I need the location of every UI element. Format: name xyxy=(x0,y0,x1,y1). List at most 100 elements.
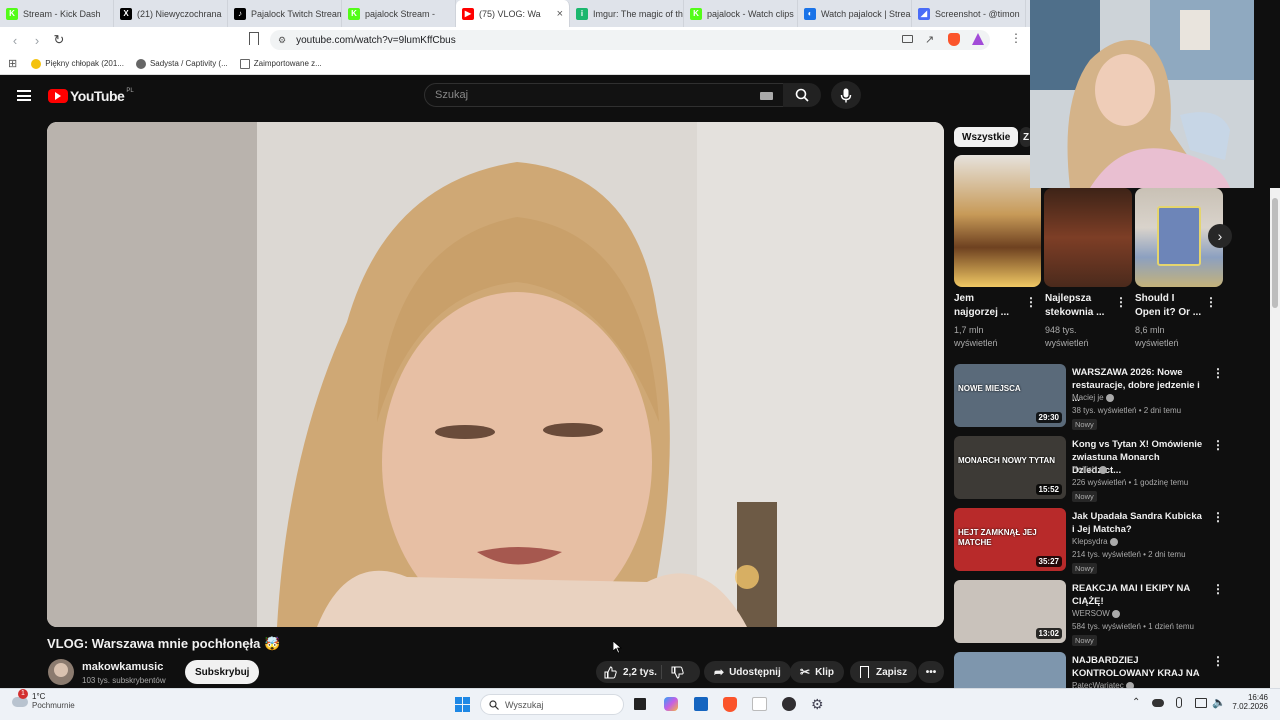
tab-label: Screenshot - @timon xyxy=(935,8,1020,19)
like-button[interactable]: 2,2 tys. xyxy=(596,665,662,679)
apps-grid-icon[interactable]: ⊞ xyxy=(8,57,17,70)
short-more-icon[interactable]: ⋮ xyxy=(1205,296,1217,308)
menu-icon[interactable]: ⋮ xyxy=(1010,31,1022,45)
browser-tab[interactable]: K Stream - Kick Dash xyxy=(0,0,114,27)
forward-icon[interactable]: › xyxy=(26,33,48,48)
video-player[interactable] xyxy=(47,122,944,627)
short-more-icon[interactable]: ⋮ xyxy=(1115,296,1127,308)
video-thumbnail[interactable]: 13:02 xyxy=(954,580,1066,643)
page-scrollbar[interactable] xyxy=(1270,188,1280,688)
channel-avatar[interactable] xyxy=(48,659,74,685)
video-more-icon[interactable]: ⋮ xyxy=(1212,511,1224,523)
share-button[interactable]: ➦ Udostępnij xyxy=(704,661,791,683)
browser-tab[interactable]: ♪ Pajalock Twitch Stream xyxy=(228,0,342,27)
taskbar-search[interactable]: Wyszukaj xyxy=(480,694,624,715)
site-info-icon[interactable]: ⚙ xyxy=(278,35,286,46)
brave-shield-icon[interactable] xyxy=(948,33,960,46)
more-horizontal-icon: ••• xyxy=(925,666,937,678)
video-title-link[interactable]: Jak Upadała Sandra Kubicka i Jej Matcha? xyxy=(1072,510,1204,536)
scrollbar-thumb[interactable] xyxy=(1272,198,1278,308)
video-more-icon[interactable]: ⋮ xyxy=(1212,367,1224,379)
tab-label: pajalock - Watch clips xyxy=(707,8,794,19)
network-icon[interactable] xyxy=(1195,698,1207,708)
start-button[interactable] xyxy=(455,697,470,712)
search-input[interactable]: Szukaj xyxy=(424,83,784,107)
brave-rewards-icon[interactable] xyxy=(972,33,984,45)
task-view-icon[interactable] xyxy=(634,698,646,710)
keyboard-icon[interactable] xyxy=(760,92,773,100)
settings-icon[interactable]: ⚙ xyxy=(811,696,824,713)
cast-icon[interactable] xyxy=(902,35,913,43)
brave-browser-icon[interactable] xyxy=(723,697,737,712)
video-channel-name[interactable]: WERSOW xyxy=(1072,609,1120,618)
taskbar-search-placeholder: Wyszukaj xyxy=(505,699,544,710)
tab-favicon-icon: K xyxy=(6,7,18,20)
store-icon[interactable] xyxy=(694,697,708,711)
video-more-icon[interactable]: ⋮ xyxy=(1212,583,1224,595)
share-arrow-icon: ➦ xyxy=(714,665,725,679)
browser-tab[interactable]: Kpajalock Stream - xyxy=(342,0,456,27)
shorts-next-button[interactable]: › xyxy=(1208,224,1232,248)
onedrive-icon[interactable] xyxy=(1152,699,1164,707)
voice-search-button[interactable] xyxy=(831,81,861,109)
file-explorer-icon[interactable] xyxy=(752,697,767,711)
chip-all[interactable]: Wszystkie xyxy=(954,127,1019,147)
video-duration: 13:02 xyxy=(1035,628,1062,639)
back-icon[interactable]: ‹ xyxy=(4,33,26,48)
url-bar[interactable]: ⚙ youtube.com/watch?v=9lumKffCbus xyxy=(270,30,990,50)
video-thumbnail[interactable]: MONARCH NOWY TYTAN 15:52 xyxy=(954,436,1066,499)
browser-tab[interactable]: ◢ Screenshot - @timon xyxy=(912,0,1026,27)
video-more-icon[interactable]: ⋮ xyxy=(1212,655,1224,667)
tab-label: Pajalock Twitch Stream xyxy=(251,8,342,19)
dislike-button[interactable] xyxy=(662,666,684,679)
bookmark-item[interactable]: Sadysta / Captivity (... xyxy=(135,58,228,69)
bookmark-item[interactable]: Piękny chłopak (201... xyxy=(31,58,124,69)
video-duration: 15:52 xyxy=(1035,484,1062,495)
reload-icon[interactable]: ↻ xyxy=(48,32,70,48)
search-button[interactable] xyxy=(783,83,821,107)
browser-tab[interactable]: ▶ (75) VLOG: Wa × xyxy=(456,0,570,27)
video-more-icon[interactable]: ⋮ xyxy=(1212,439,1224,451)
browser-tab[interactable]: i Imgur: The magic of th xyxy=(570,0,684,27)
video-title-link[interactable]: REAKCJA MAI I EKIPY NA CIĄŻĘ! xyxy=(1072,582,1204,608)
clip-button[interactable]: ✂ Klip xyxy=(790,661,844,683)
short-more-icon[interactable]: ⋮ xyxy=(1025,296,1037,308)
bookmark-star-icon[interactable] xyxy=(249,32,259,45)
video-frame xyxy=(47,122,944,627)
browser-tab[interactable]: X (21) Niewyczochrana xyxy=(114,0,228,27)
save-button[interactable]: Zapisz xyxy=(850,661,918,683)
more-actions-button[interactable]: ••• xyxy=(918,661,944,683)
share-icon[interactable]: ↗ xyxy=(925,33,934,46)
video-channel-name[interactable]: Halfish xyxy=(1072,465,1107,474)
tab-close-icon[interactable]: × xyxy=(557,8,563,20)
video-channel-name[interactable]: Maciej je xyxy=(1072,393,1114,402)
short-title[interactable]: Should I Open it? Or ... xyxy=(1135,292,1201,320)
hamburger-menu-icon[interactable] xyxy=(17,90,31,101)
short-thumbnail[interactable] xyxy=(954,155,1041,287)
windows-taskbar: 1 1°C Pochmurnie Wyszukaj ⚙ ⌃ 🔈 16:46 7.… xyxy=(0,688,1280,720)
short-title[interactable]: Jem najgorzej ... xyxy=(954,292,1009,320)
tab-favicon-icon: K xyxy=(348,7,360,20)
obs-icon[interactable] xyxy=(782,697,796,711)
video-thumbnail[interactable]: NOWE MIEJSCA 29:30 xyxy=(954,364,1066,427)
tray-chevron-icon[interactable]: ⌃ xyxy=(1132,697,1140,708)
channel-name[interactable]: makowkamusic xyxy=(82,661,163,673)
subscribe-button[interactable]: Subskrybuj xyxy=(185,660,260,684)
short-title[interactable]: Najlepsza stekownia ... xyxy=(1045,292,1104,320)
browser-tab[interactable]: Kpajalock - Watch clips xyxy=(684,0,798,27)
short-thumbnail[interactable] xyxy=(1044,188,1132,287)
copilot-icon[interactable] xyxy=(664,697,678,711)
clock[interactable]: 16:46 7.02.2026 xyxy=(1228,693,1268,711)
volume-icon[interactable]: 🔈 xyxy=(1212,696,1226,709)
video-channel-name[interactable]: Klepsydra xyxy=(1072,537,1118,546)
like-count: 2,2 tys. xyxy=(623,666,657,678)
youtube-logo[interactable]: YouTube PL xyxy=(48,88,134,104)
browser-tab[interactable]: ◐ Watch pajalock | Strea xyxy=(798,0,912,27)
microphone-tray-icon[interactable] xyxy=(1176,697,1182,708)
video-thumbnail[interactable]: HEJT ZAMKNĄŁ JEJ MATCHE 35:27 xyxy=(954,508,1066,571)
like-dislike-group: 2,2 tys. xyxy=(596,661,700,683)
weather-cloud-icon: 1 xyxy=(12,689,28,707)
bookmark-folder[interactable]: Zaimportowane z... xyxy=(239,58,322,69)
weather-widget[interactable]: 1 1°C Pochmurnie xyxy=(12,689,75,710)
tab-label: (21) Niewyczochrana xyxy=(137,8,222,19)
